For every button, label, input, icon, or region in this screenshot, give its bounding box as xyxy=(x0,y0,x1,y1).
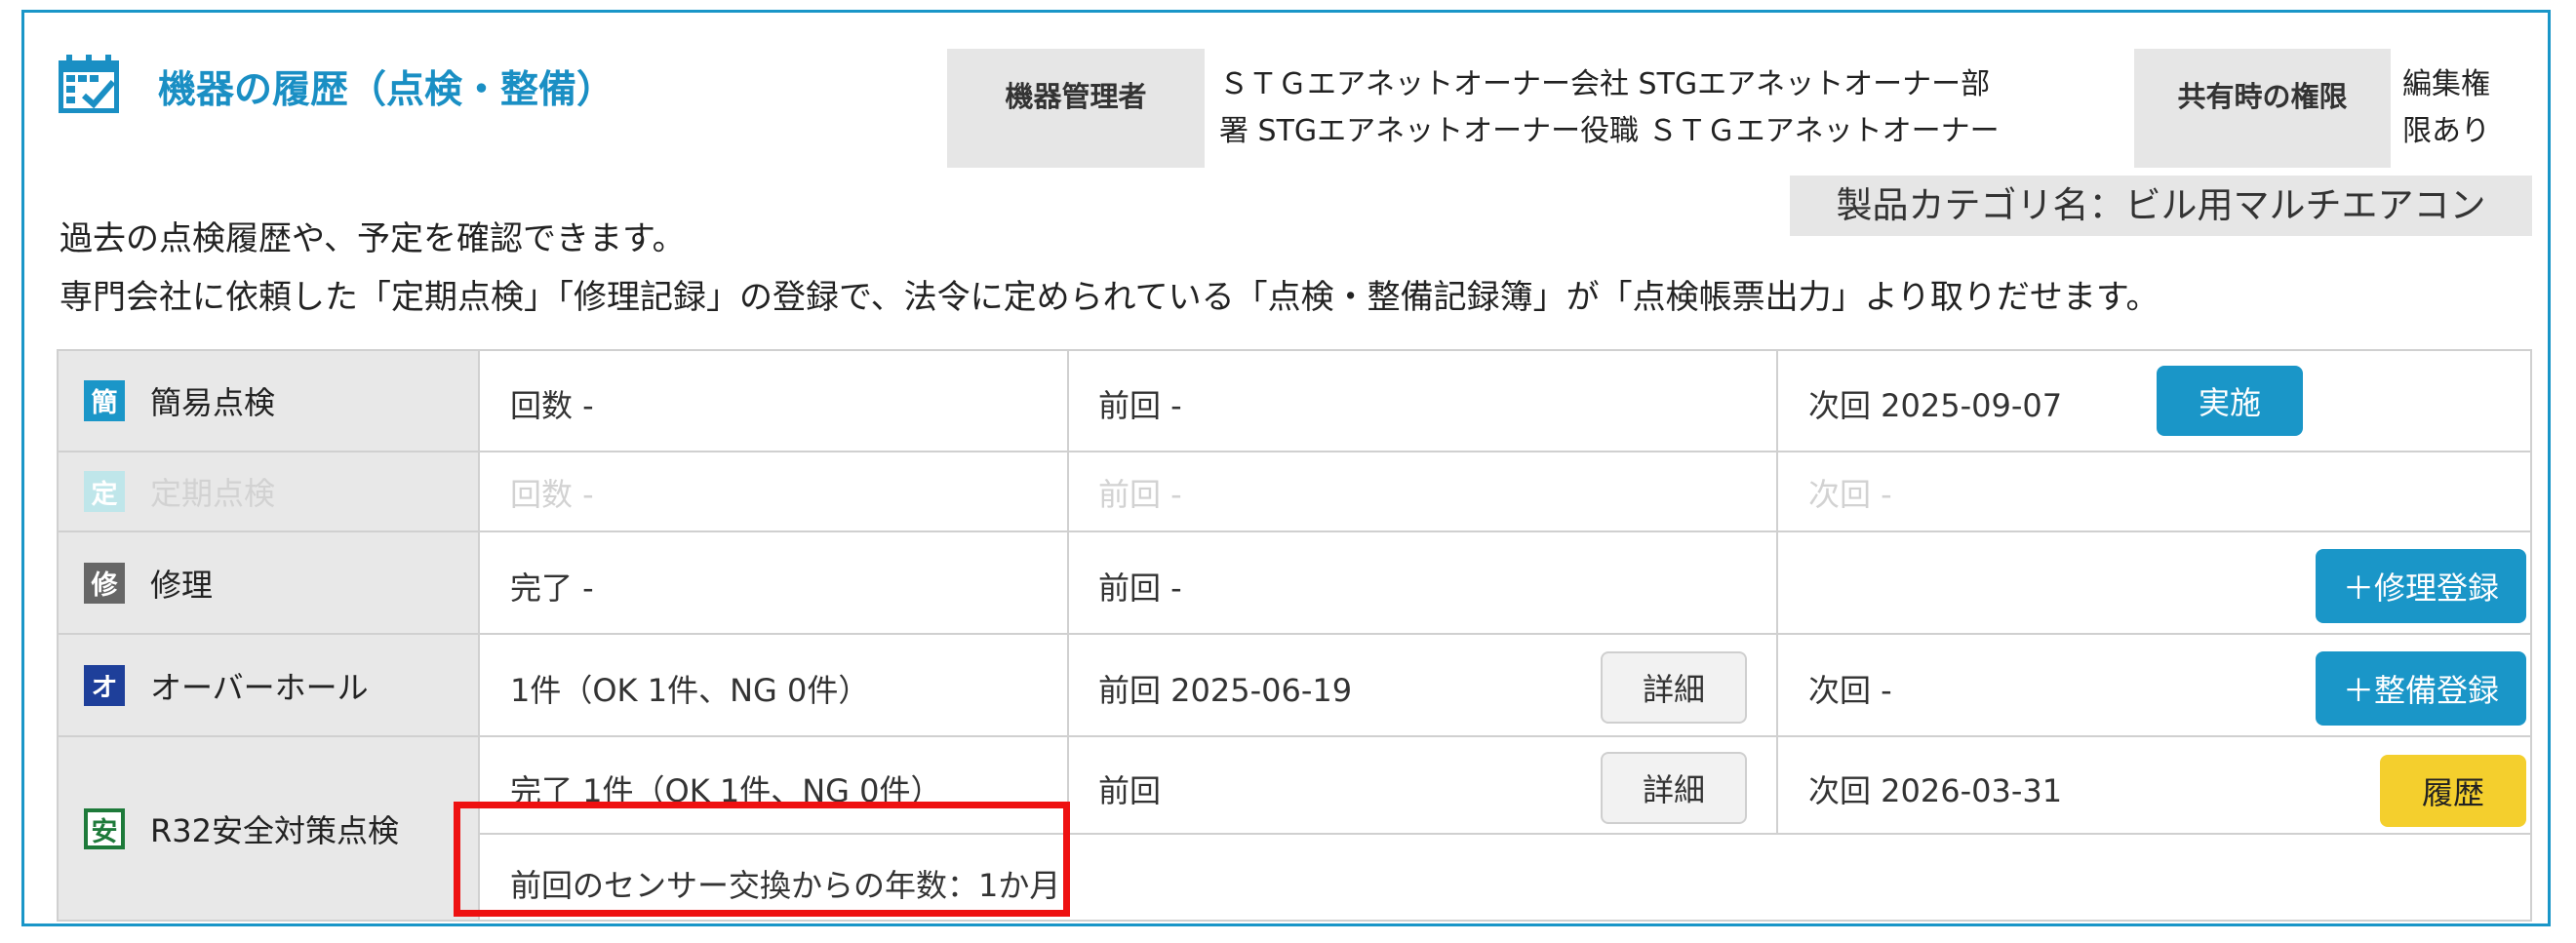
periodic-prev: 前回 - xyxy=(1098,476,1182,513)
add-repair-button[interactable]: ＋修理登録 xyxy=(2316,549,2526,623)
row-label-repair: 修 修理 xyxy=(57,531,478,634)
admin-value: ＳＴＧエアネットオーナー会社 STGエアネットオーナー部 署 STGエアネットオ… xyxy=(1219,61,2146,155)
periodic-inspection-badge-icon: 定 xyxy=(84,471,125,512)
repair-label: 修理 xyxy=(150,566,214,604)
row-label-r32-safety: 安 R32安全対策点検 xyxy=(57,736,478,922)
overhaul-badge-icon: オ xyxy=(84,664,125,706)
description-line1: 過去の点検履歴や、予定を確認できます。 xyxy=(59,219,686,258)
permission-value-line1: 編集権 xyxy=(2402,67,2490,101)
row-label-periodic-inspection: 定 定期点検 xyxy=(57,452,478,531)
r32-safety-badge-icon: 安 xyxy=(84,808,125,849)
history-table: 簡 簡易点検 定 定期点検 修 修理 オ オーバーホール 安 R32安全対策点検 xyxy=(57,349,2532,922)
overhaul-status: 1件（OK 1件、NG 0件） xyxy=(510,672,870,709)
page-title: 機器の履歴（点検・整備） xyxy=(158,68,615,112)
r32-prev: 前回 xyxy=(1098,772,1162,809)
row-label-simple-inspection: 簡 簡易点検 xyxy=(57,349,478,452)
periodic-count: 回数 - xyxy=(510,476,594,513)
overhaul-next: 次回 - xyxy=(1808,672,1892,709)
repair-prev: 前回 - xyxy=(1098,570,1182,607)
perform-inspection-button[interactable]: 実施 xyxy=(2157,366,2303,436)
admin-value-line1: ＳＴＧエアネットオーナー会社 STGエアネットオーナー部 xyxy=(1219,67,1991,101)
r32-next: 次回 2026-03-31 xyxy=(1808,772,2063,809)
repair-badge-icon: 修 xyxy=(84,562,125,604)
overhaul-detail-button[interactable]: 詳細 xyxy=(1601,651,1747,724)
add-maintenance-button[interactable]: ＋整備登録 xyxy=(2316,651,2526,726)
admin-value-line2: 署 STGエアネットオーナー役職 ＳＴＧエアネットオーナー xyxy=(1219,114,2000,148)
admin-label: 機器管理者 xyxy=(947,49,1205,168)
highlight-box xyxy=(454,802,1070,917)
calendar-check-icon xyxy=(57,53,121,115)
overhaul-prev: 前回 2025-06-19 xyxy=(1098,672,1353,709)
repair-status: 完了 - xyxy=(510,570,594,607)
simple-inspection-badge-icon: 簡 xyxy=(84,379,125,421)
row-label-overhaul: オ オーバーホール xyxy=(57,634,478,736)
product-category: 製品カテゴリ名：ビル用マルチエアコン xyxy=(1790,176,2532,236)
simple-count: 回数 - xyxy=(510,387,594,424)
periodic-inspection-label: 定期点検 xyxy=(150,475,276,512)
simple-prev: 前回 - xyxy=(1098,387,1182,424)
periodic-next: 次回 - xyxy=(1808,476,1892,513)
permission-value-line2: 限あり xyxy=(2402,114,2490,148)
r32-detail-button[interactable]: 詳細 xyxy=(1601,752,1747,824)
description-line2: 専門会社に依頼した「定期点検」「修理記録」の登録で、法令に定められている「点検・… xyxy=(59,278,2160,317)
equipment-history-panel: 機器の履歴（点検・整備） 機器管理者 ＳＴＧエアネットオーナー会社 STGエアネ… xyxy=(21,10,2551,926)
simple-next: 次回 2025-09-07 xyxy=(1808,387,2063,424)
overhaul-label: オーバーホール xyxy=(150,668,369,706)
permission-label: 共有時の権限 xyxy=(2134,49,2391,168)
history-button[interactable]: 履歴 xyxy=(2380,755,2526,827)
permission-value: 編集権 限あり xyxy=(2402,61,2519,155)
r32-safety-label: R32安全対策点検 xyxy=(150,812,399,849)
simple-inspection-label: 簡易点検 xyxy=(150,383,276,421)
